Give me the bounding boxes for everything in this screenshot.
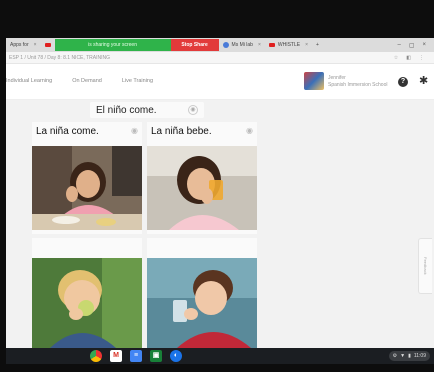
photo-boy-drinking — [147, 258, 257, 348]
exercise-area: El niño come. ◉ La niña come. ◉ La niña … — [6, 100, 434, 348]
prompt-card: El niño come. ◉ — [90, 102, 204, 118]
os-shelf: M ≡ ▣ ◐ ⚙ ▼ ▮ 11:09 — [6, 348, 434, 364]
maximize-icon[interactable]: ▢ — [409, 42, 415, 49]
bezel-top — [0, 0, 434, 38]
settings-icon: ⚙ — [392, 353, 398, 359]
nav-on-demand[interactable]: On Demand — [72, 78, 102, 84]
tab-apps[interactable]: Apps for × — [6, 39, 41, 51]
help-icon[interactable]: ? — [398, 77, 408, 87]
nav-live-training[interactable]: Live Training — [122, 78, 153, 84]
card-label: La niña bebe. — [151, 126, 212, 137]
user-school: Spanish Immersion School — [328, 82, 388, 88]
gear-icon[interactable]: ✱ — [419, 76, 428, 87]
status-tray[interactable]: ⚙ ▼ ▮ 11:09 — [388, 351, 430, 361]
classroom-icon[interactable]: ▣ — [150, 350, 162, 362]
photo-girl-eating — [32, 146, 142, 230]
speaker-icon[interactable]: ◉ — [131, 126, 138, 135]
speaker-icon[interactable]: ◉ — [188, 105, 198, 115]
tab-label: Ms Mi lab — [231, 42, 253, 48]
close-icon[interactable]: × — [34, 42, 37, 48]
meet-icon[interactable]: ◐ — [170, 350, 182, 362]
nav-individual-learning[interactable]: Individual Learning — [6, 78, 52, 84]
close-icon[interactable]: × — [305, 42, 308, 48]
minimize-icon[interactable]: – — [397, 42, 400, 49]
app-header: Individual Learning On Demand Live Train… — [6, 64, 434, 100]
screen-share-banner: is sharing your screen — [54, 39, 171, 51]
menu-icon[interactable]: ⋮ — [419, 55, 424, 61]
user-name: Jennifer — [328, 75, 346, 81]
tab-ms-mi-lab[interactable]: Ms Mi lab × — [219, 39, 265, 51]
close-icon[interactable]: × — [258, 42, 261, 48]
card-label: La niña come. — [36, 126, 99, 137]
tab-label: WHISTLE — [277, 42, 301, 48]
boy-drinking-image — [147, 258, 257, 348]
feedback-label: Feedback — [423, 257, 428, 275]
stop-share-label: Stop Share — [181, 42, 208, 48]
youtube-icon — [268, 43, 275, 47]
battery-icon: ▮ — [408, 353, 411, 359]
main-nav: Individual Learning On Demand Live Train… — [6, 78, 153, 84]
prompt-text: El niño come. — [96, 104, 157, 116]
clock-text: 11:09 — [413, 353, 426, 359]
tab-youtube[interactable] — [41, 39, 55, 51]
answer-card[interactable]: La niña bebe. ◉ — [147, 122, 257, 234]
address-bar[interactable]: ESP 1 / Unit 78 / Day 8: 8.1 NICE, TRAIN… — [6, 52, 434, 64]
gmail-icon[interactable]: M — [110, 350, 122, 362]
youtube-icon — [44, 43, 51, 47]
docs-icon[interactable]: ≡ — [130, 350, 142, 362]
star-icon[interactable]: ☆ — [394, 55, 398, 61]
wifi-icon: ▼ — [400, 353, 406, 359]
user-info[interactable]: Jennifer Spanish Immersion School — [328, 75, 387, 89]
chrome-icon[interactable] — [90, 350, 102, 362]
plus-icon: + — [316, 42, 319, 48]
share-status-text: is sharing your screen — [88, 42, 137, 48]
close-window-icon[interactable]: × — [422, 42, 426, 49]
site-icon — [222, 42, 229, 48]
photo-girl-drinking — [147, 146, 257, 230]
screen: Apps for × is sharing your screen Stop S… — [0, 0, 434, 372]
speaker-icon[interactable]: ◉ — [246, 126, 253, 135]
bezel-bottom — [0, 364, 434, 372]
boy-eating-image — [32, 258, 142, 348]
feedback-tab[interactable]: Feedback — [418, 238, 432, 294]
photo-boy-eating — [32, 258, 142, 348]
girl-eating-image — [32, 146, 142, 230]
avatar[interactable] — [304, 72, 324, 90]
window-controls: – ▢ × — [397, 42, 434, 49]
browser-tabstrip: Apps for × is sharing your screen Stop S… — [6, 38, 434, 52]
tab-whistle[interactable]: WHISTLE × — [265, 39, 312, 51]
extensions-icon[interactable]: ◧ — [406, 55, 411, 61]
girl-drinking-image — [147, 146, 257, 230]
new-tab-button[interactable]: + — [312, 39, 323, 51]
answer-card[interactable] — [32, 238, 142, 348]
stop-share-button[interactable]: Stop Share — [170, 39, 219, 51]
url-text: ESP 1 / Unit 78 / Day 8: 8.1 NICE, TRAIN… — [9, 54, 110, 61]
answer-card[interactable] — [147, 238, 257, 348]
tab-label: Apps for — [10, 42, 29, 48]
answer-card[interactable]: La niña come. ◉ — [32, 122, 142, 234]
